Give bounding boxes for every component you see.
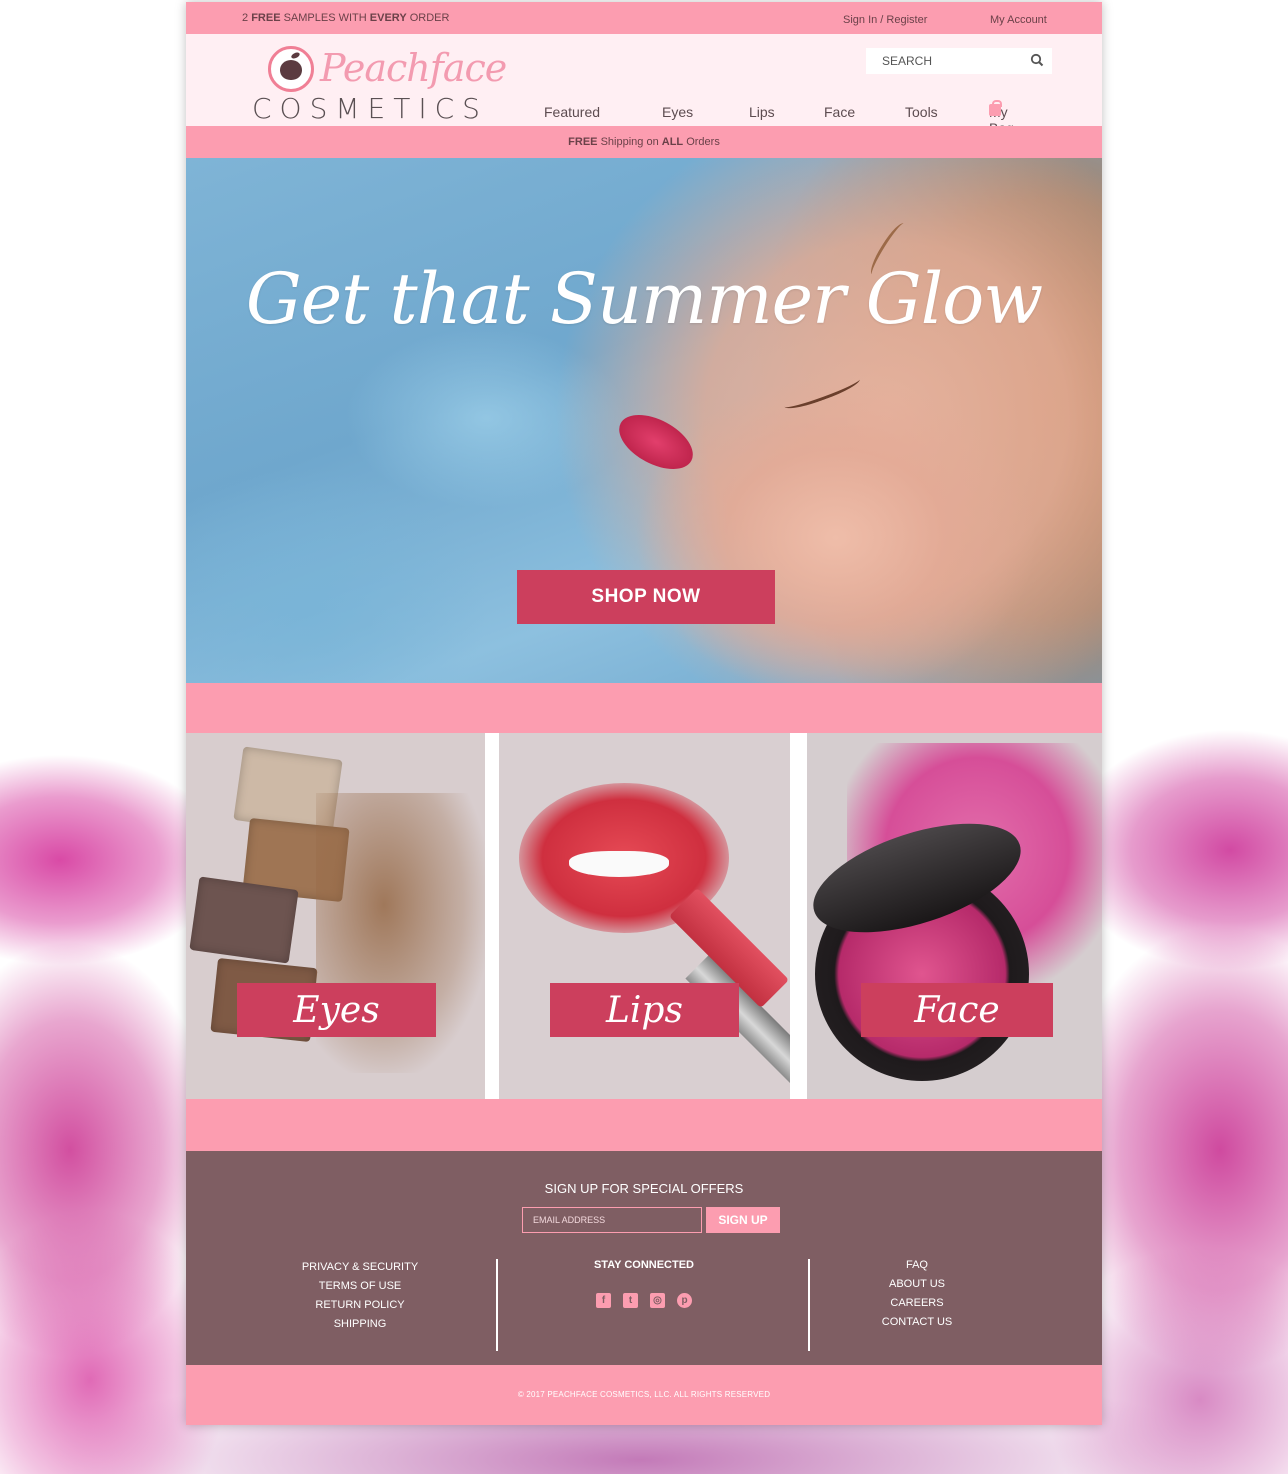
footer-link-contact[interactable]: CONTACT US [862,1316,972,1328]
peach-logo-icon [268,46,314,92]
site-footer: SIGN UP FOR SPECIAL OFFERS SIGN UP PRIVA… [186,1151,1102,1365]
search-input[interactable] [866,48,1026,74]
category-tile-face[interactable]: Face [807,733,1102,1099]
promo-mid: SAMPLES WITH [283,12,367,24]
shipping-end: Orders [686,136,720,148]
footer-links-right: FAQ ABOUT US CAREERS CONTACT US [862,1259,972,1335]
category-label-eyes: Eyes [237,983,436,1037]
footer-link-terms[interactable]: TERMS OF USE [290,1280,430,1292]
nav-item-eyes[interactable]: Eyes [662,104,693,120]
pinterest-icon[interactable]: p [677,1293,692,1308]
lips-teeth [569,851,669,877]
category-label-face: Face [861,983,1053,1037]
my-bag-link[interactable]: My Bag [989,100,1014,136]
top-bar: 2 FREE SAMPLES WITH EVERY ORDER Sign In … [186,2,1102,34]
stay-connected-heading: STAY CONNECTED [593,1259,695,1271]
signup-button[interactable]: SIGN UP [706,1207,780,1233]
pink-band-bottom [186,1099,1102,1151]
hero-banner: Get that Summer Glow SHOP NOW [186,158,1102,683]
footer-link-faq[interactable]: FAQ [862,1259,972,1271]
nav-item-face[interactable]: Face [824,104,855,120]
footer-link-shipping[interactable]: SHIPPING [290,1318,430,1330]
facebook-icon[interactable]: f [596,1293,611,1308]
eyeshadow-pan [189,876,299,964]
shipping-mid: Shipping on [600,136,659,148]
logo-script: Peachface [320,46,507,90]
nav-item-lips[interactable]: Lips [749,104,775,120]
signup-title: SIGN UP FOR SPECIAL OFFERS [544,1181,744,1196]
promo-end: ORDER [409,12,450,24]
footer-link-returns[interactable]: RETURN POLICY [290,1299,430,1311]
footer-link-privacy[interactable]: PRIVACY & SECURITY [290,1261,430,1273]
shop-now-button[interactable]: SHOP NOW [517,570,775,624]
footer-link-careers[interactable]: CAREERS [862,1297,972,1309]
pink-band-top [186,683,1102,733]
footer-links-left: PRIVACY & SECURITY TERMS OF USE RETURN P… [290,1261,430,1337]
main-nav: Featured Eyes Lips Face Tools My Bag [186,100,1102,136]
hero-headline: Get that Summer Glow [245,258,1043,340]
twitter-icon[interactable]: t [623,1293,638,1308]
copyright: © 2017 PEACHFACE COSMETICS, LLC. ALL RIG… [186,1365,1102,1425]
sign-in-register-link[interactable]: Sign In / Register [843,14,927,26]
promo-count: 2 [242,12,249,24]
nav-item-featured[interactable]: Featured [544,104,600,120]
bag-icon [989,100,1002,116]
promo-free: FREE [251,12,281,24]
shipping-free: FREE [568,136,598,148]
category-tile-eyes[interactable]: Eyes [186,733,485,1099]
email-field[interactable] [522,1207,702,1233]
nav-item-tools[interactable]: Tools [905,104,938,120]
hero-model-lips [610,403,702,481]
category-label-lips: Lips [550,983,739,1037]
search-box [866,48,1052,74]
instagram-icon[interactable]: ◎ [650,1293,665,1308]
footer-divider [496,1259,498,1351]
site-header: Peachface COSMETICS Featured Eyes Lips F… [186,34,1102,136]
search-icon[interactable] [1030,53,1044,67]
category-tiles: Eyes Lips Face [186,733,1102,1099]
my-account-link[interactable]: My Account [990,14,1047,26]
samples-promo: 2 FREE SAMPLES WITH EVERY ORDER [242,12,449,24]
page: 2 FREE SAMPLES WITH EVERY ORDER Sign In … [186,2,1102,1425]
social-links: f t ◎ p [596,1293,692,1308]
hero-model-eye [782,372,862,414]
category-tile-lips[interactable]: Lips [499,733,790,1099]
promo-every: EVERY [369,12,407,24]
footer-divider [808,1259,810,1351]
shipping-banner: FREE Shipping on ALL Orders [186,126,1102,158]
footer-link-about[interactable]: ABOUT US [862,1278,972,1290]
shipping-all: ALL [661,136,684,148]
